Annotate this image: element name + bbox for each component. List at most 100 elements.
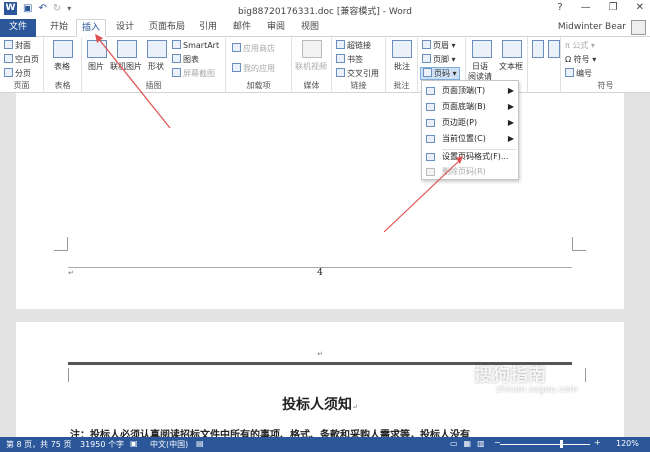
group-addins: 应用商店 我的应用 加载项 bbox=[226, 37, 292, 93]
group-label-symbols: 符号 bbox=[597, 81, 614, 90]
group-comments: 批注 批注 bbox=[386, 37, 418, 93]
tab-design[interactable]: 设计 bbox=[110, 19, 140, 37]
zoom-level[interactable]: 120% bbox=[616, 439, 639, 448]
bookmark-button[interactable]: 书签 bbox=[336, 54, 363, 65]
tab-review[interactable]: 审阅 bbox=[262, 19, 290, 37]
status-language[interactable]: 中文(中国) bbox=[150, 439, 188, 450]
online-video-button[interactable]: 联机视频 bbox=[295, 61, 327, 72]
bookmark-icon bbox=[336, 54, 345, 63]
table-button[interactable]: 表格 bbox=[54, 61, 70, 72]
tab-view[interactable]: 视图 bbox=[296, 19, 324, 37]
paragraph-mark: ↵ bbox=[68, 269, 74, 277]
online-video-icon bbox=[302, 40, 322, 58]
heading-text: 投标人须知 bbox=[282, 397, 353, 413]
tab-insert[interactable]: 插入 bbox=[76, 19, 106, 37]
close-button[interactable]: ✕ bbox=[636, 2, 644, 13]
tab-mailings[interactable]: 邮件 bbox=[228, 19, 256, 37]
page-number-button[interactable]: 页码 ▾ bbox=[420, 67, 460, 80]
tab-page-layout[interactable]: 页面布局 bbox=[146, 19, 188, 37]
chart-icon bbox=[172, 54, 181, 63]
user-name[interactable]: Midwinter Bear bbox=[558, 22, 626, 32]
top-of-page-icon bbox=[426, 87, 435, 95]
menu-item-remove-page-numbers[interactable]: 删除页码(R) bbox=[422, 164, 518, 180]
page-margins-label: 页边距(P) bbox=[442, 118, 478, 127]
blank-page-button[interactable]: 空白页 bbox=[4, 54, 39, 65]
store-button[interactable]: 应用商店 bbox=[232, 43, 275, 54]
hyperlink-icon bbox=[336, 40, 345, 49]
watermark-text: 搜狗指南 bbox=[474, 365, 546, 386]
margin-corner-bl bbox=[54, 237, 68, 251]
page-number-field[interactable]: 4 bbox=[16, 268, 624, 278]
window-title: big88720176331.doc [兼容模式] - Word bbox=[238, 7, 412, 17]
group-label-illustrations: 插图 bbox=[145, 81, 162, 90]
page-break-label: 分页 bbox=[15, 69, 31, 78]
shapes-button[interactable]: 形状 bbox=[148, 61, 164, 72]
equation-button[interactable]: π 公式 ▾ bbox=[565, 40, 595, 51]
avatar[interactable] bbox=[631, 20, 646, 35]
minimize-button[interactable]: — bbox=[581, 2, 591, 13]
body-text-line[interactable]: 注：投标人必须认真阅读招标文件中所有的事项、格式、条款和采购人需求等，投标人没有 bbox=[70, 426, 470, 437]
textbox-button[interactable]: 文本框 bbox=[499, 61, 523, 72]
bookmark-label: 书签 bbox=[347, 55, 363, 64]
header-button[interactable]: 页眉 ▾ bbox=[422, 40, 456, 51]
page-number-icon bbox=[423, 68, 432, 77]
top-of-page-label: 页面顶端(T) bbox=[442, 86, 486, 95]
cover-button[interactable]: 封面 bbox=[4, 40, 31, 51]
bottom-of-page-label: 页面底端(B) bbox=[442, 102, 486, 111]
group-media: 联机视频 媒体 bbox=[292, 37, 332, 93]
number-icon bbox=[565, 68, 574, 77]
margin-corner-tr bbox=[572, 368, 586, 382]
zoom-slider[interactable] bbox=[500, 444, 590, 445]
zoom-in-icon[interactable]: + bbox=[594, 438, 601, 447]
heading-paragraph-mark: ↵ bbox=[352, 403, 358, 411]
cross-reference-label: 交叉引用 bbox=[347, 69, 379, 78]
tab-file[interactable]: 文件 bbox=[0, 19, 36, 37]
macro-icon[interactable]: ▤ bbox=[196, 439, 204, 448]
extra-icon-1 bbox=[532, 40, 544, 58]
hyperlink-button[interactable]: 超链接 bbox=[336, 40, 371, 51]
cross-reference-button[interactable]: 交叉引用 bbox=[336, 68, 379, 79]
cover-icon bbox=[4, 40, 13, 49]
my-apps-button[interactable]: 我的应用 bbox=[232, 63, 275, 74]
symbol-button[interactable]: Ω 符号 ▾ bbox=[565, 54, 596, 65]
extra-icon-2 bbox=[548, 40, 560, 58]
menu-item-bottom-of-page[interactable]: 页面底端(B) ▶ bbox=[422, 99, 518, 115]
menu-item-page-margins[interactable]: 页边距(P) ▶ bbox=[422, 115, 518, 131]
proofing-icon[interactable]: ▣ bbox=[130, 439, 138, 448]
zoom-out-icon[interactable]: − bbox=[494, 438, 501, 447]
page-break-button[interactable]: 分页 bbox=[4, 68, 31, 79]
view-mode-icons[interactable]: ▭▦▥ bbox=[450, 439, 491, 448]
margin-corner-tl bbox=[68, 368, 82, 382]
menu-item-current-position[interactable]: 当前位置(C) ▶ bbox=[422, 131, 518, 147]
comment-button[interactable]: 批注 bbox=[394, 61, 410, 72]
menu-item-top-of-page[interactable]: 页面顶端(T) ▶ bbox=[422, 83, 518, 99]
status-words[interactable]: 31950 个字 bbox=[80, 439, 124, 450]
screenshot-icon bbox=[172, 68, 181, 77]
page-number-label: 页码 bbox=[434, 69, 450, 78]
tab-references[interactable]: 引用 bbox=[194, 19, 222, 37]
document-area[interactable]: 4 ↵ ↵ 投标人须知↵ 注：投标人必须认真阅读招标文件中所有的事项、格式、条款… bbox=[0, 93, 650, 437]
online-picture-icon bbox=[117, 40, 137, 58]
restore-button[interactable]: ❐ bbox=[609, 2, 618, 13]
group-label-tables: 表格 bbox=[54, 81, 71, 90]
smartart-button[interactable]: SmartArt bbox=[172, 40, 219, 50]
status-page[interactable]: 第 8 页，共 75 页 bbox=[6, 439, 71, 450]
help-button[interactable]: ? bbox=[557, 2, 562, 13]
page-upper[interactable]: 4 ↵ bbox=[16, 93, 624, 309]
document-heading[interactable]: 投标人须知↵ bbox=[16, 394, 624, 414]
group-label-links: 链接 bbox=[350, 81, 367, 90]
zoom-slider-thumb[interactable] bbox=[560, 440, 563, 448]
page-margins-icon bbox=[426, 119, 435, 127]
footer-icon bbox=[422, 54, 431, 63]
online-picture-button[interactable]: 联机图片 bbox=[110, 61, 142, 72]
footer-button[interactable]: 页脚 ▾ bbox=[422, 54, 456, 65]
menu-item-format-page-numbers[interactable]: 设置页码格式(F)... bbox=[422, 149, 518, 165]
chart-button[interactable]: 图表 bbox=[172, 54, 199, 65]
picture-button[interactable]: 图片 bbox=[88, 61, 104, 72]
cover-label: 封面 bbox=[15, 41, 31, 50]
margin-corner-br bbox=[572, 237, 586, 251]
screenshot-button[interactable]: 屏幕截图 bbox=[172, 68, 215, 79]
number-button[interactable]: 编号 bbox=[565, 68, 592, 79]
title-bar: W ▣ ↶ ↻ ▾ big88720176331.doc [兼容模式] - Wo… bbox=[0, 0, 650, 19]
tab-home[interactable]: 开始 bbox=[44, 19, 74, 37]
